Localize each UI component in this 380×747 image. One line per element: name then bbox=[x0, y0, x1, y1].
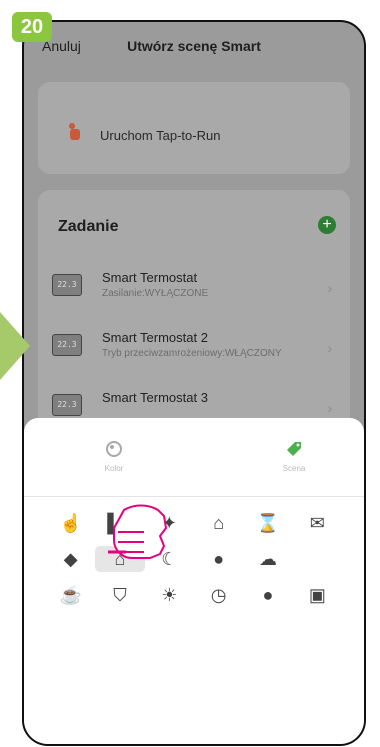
walking-person-home-icon[interactable]: ⌂ bbox=[194, 510, 243, 536]
step-badge: 20 bbox=[12, 12, 52, 42]
task-detail: Zasilanie:WYŁĄCZONE bbox=[102, 288, 209, 299]
thermostat-icon: 22.3 bbox=[52, 274, 82, 296]
hand-tap-icon bbox=[69, 123, 80, 140]
briefcase-icon[interactable]: ▣ bbox=[293, 582, 342, 608]
tab-kolor[interactable]: Kolor bbox=[84, 440, 144, 473]
hourglass-icon[interactable]: ⌛ bbox=[243, 510, 292, 536]
phone-frame: Anuluj Utwórz scenę Smart Uruchom Tap-to… bbox=[22, 20, 366, 746]
chevron-right-icon: › bbox=[327, 400, 332, 416]
drop-icon[interactable]: ● bbox=[243, 582, 292, 608]
tab-scena[interactable]: Scena bbox=[264, 440, 324, 473]
tab-label: Kolor bbox=[104, 464, 124, 473]
rain-cloud-icon[interactable]: ☁ bbox=[243, 546, 292, 572]
chevron-right-icon: › bbox=[327, 340, 332, 356]
tag-icon[interactable]: ◆ bbox=[46, 546, 95, 572]
tap-to-run-label: Uruchom Tap-to-Run bbox=[100, 128, 221, 143]
icon-picker-sheet: Kolor Scena ☝ ▌▐ ✦ ⌂ ⌛ ✉ ◆ ⌂ ☾ ● ☁ ☕ ⛉ ☀ bbox=[24, 418, 364, 744]
thermostat-icon: 22.3 bbox=[52, 394, 82, 416]
side-arrow bbox=[0, 312, 30, 380]
location-pin-icon[interactable]: ● bbox=[194, 546, 243, 572]
task-row[interactable]: 22.3 Smart Termostat Zasilanie:WYŁĄCZONE… bbox=[52, 270, 342, 314]
tab-label: Scena bbox=[282, 464, 306, 473]
empty-cell bbox=[293, 546, 342, 572]
tag-icon bbox=[287, 442, 301, 456]
page-title: Utwórz scenę Smart bbox=[127, 38, 261, 54]
task-card: Zadanie + 22.3 Smart Termostat Zasilanie… bbox=[38, 190, 350, 450]
task-name: Smart Termostat 2 bbox=[102, 330, 208, 345]
task-row[interactable]: 22.3 Smart Termostat 2 Tryb przeciwzamro… bbox=[52, 330, 342, 374]
thermostat-icon: 22.3 bbox=[52, 334, 82, 356]
cup-icon[interactable]: ☕ bbox=[46, 582, 95, 608]
divider bbox=[24, 496, 364, 497]
hand-tap-icon[interactable]: ☝ bbox=[46, 510, 95, 536]
task-name: Smart Termostat bbox=[102, 270, 198, 285]
clock-icon[interactable]: ◷ bbox=[194, 582, 243, 608]
palette-icon bbox=[106, 441, 122, 457]
pointing-hand-icon bbox=[108, 504, 168, 559]
shield-icon[interactable]: ⛉ bbox=[95, 582, 144, 608]
sun-icon[interactable]: ☀ bbox=[145, 582, 194, 608]
envelope-icon[interactable]: ✉ bbox=[293, 510, 342, 536]
chevron-right-icon: › bbox=[327, 280, 332, 296]
tap-to-run-card[interactable]: Uruchom Tap-to-Run bbox=[38, 82, 350, 174]
plus-circle-icon[interactable]: + bbox=[318, 216, 336, 234]
task-name: Smart Termostat 3 bbox=[102, 390, 208, 405]
task-detail: Tryb przeciwzamrożeniowy:WŁĄCZONY bbox=[102, 348, 282, 359]
header: Anuluj Utwórz scenę Smart bbox=[24, 22, 364, 66]
task-heading: Zadanie bbox=[58, 218, 119, 235]
